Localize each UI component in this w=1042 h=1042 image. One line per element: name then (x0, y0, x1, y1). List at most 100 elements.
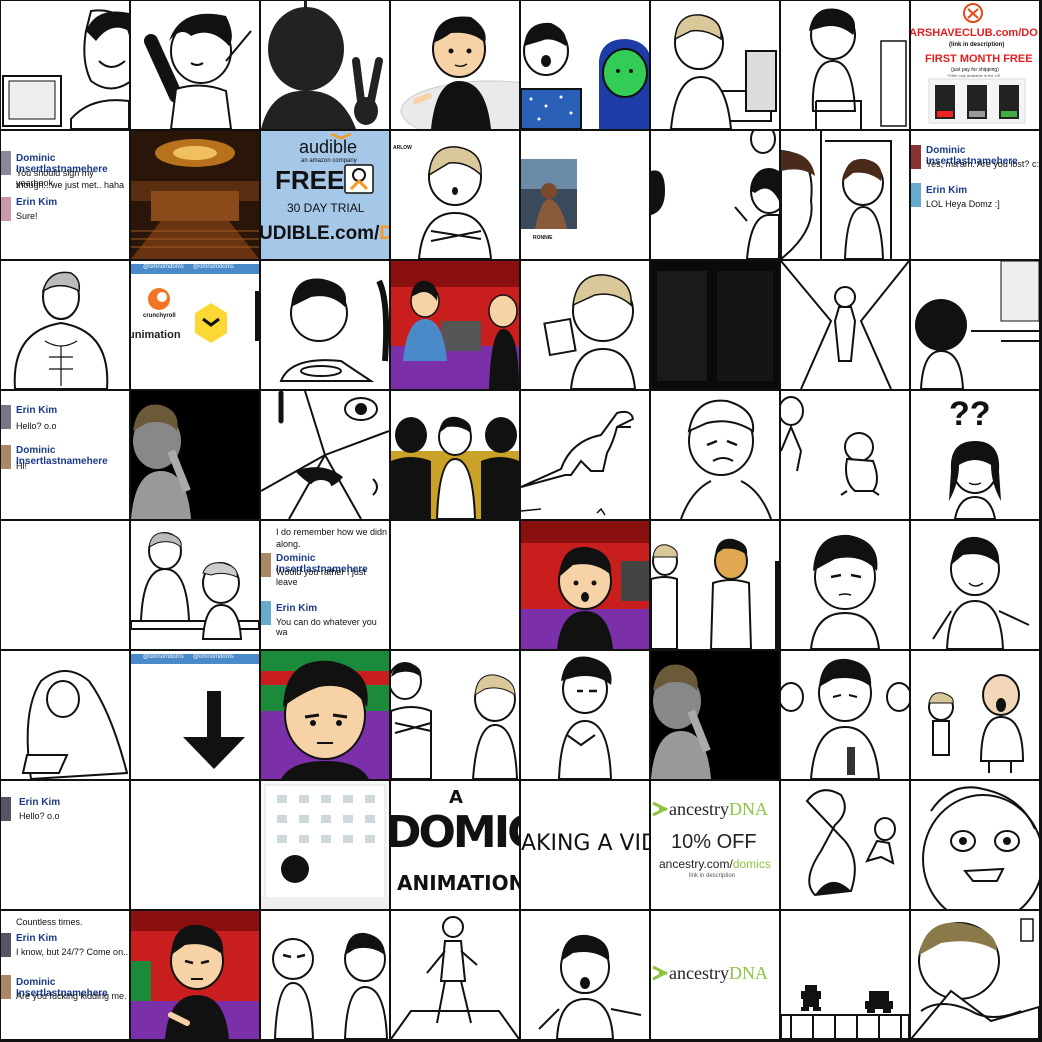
thumb-icons-screen[interactable] (261, 781, 389, 909)
comic-frame (543, 274, 637, 389)
thumb-confused-girl[interactable]: ?? (911, 391, 1039, 519)
thumb-chat-lost[interactable]: Dominic Insertlastnamehere Yes, ma'am. A… (911, 131, 1039, 259)
thumbnail-grid: ARSHAVECLUB.com/DO (link in description)… (0, 0, 1042, 1042)
thumb-crowd[interactable] (781, 651, 909, 779)
ancestry-brand: ancestryDNA (669, 963, 768, 984)
thumb-blanket-laptop[interactable] (1, 651, 129, 779)
thumb-dinosaur[interactable] (521, 391, 649, 519)
thumb-shocked-red[interactable] (521, 521, 649, 649)
avatar (261, 601, 271, 625)
thumb-point[interactable] (391, 1, 519, 129)
thumb-door[interactable] (781, 131, 909, 259)
thumb-chat-hello[interactable]: Erin Kim Hello? o.o Dominic Insertlastna… (1, 391, 129, 519)
thumb-stage-figure[interactable] (391, 911, 519, 1039)
chat-name: Erin Kim (16, 933, 58, 944)
thumb-angry-pair[interactable] (261, 911, 389, 1039)
photo-caption: RONNIE (533, 235, 553, 241)
thumb-domics-logo[interactable]: A DOMICS ANIMATION (391, 781, 519, 909)
thumb-sketch-arms[interactable]: ARLOW (391, 131, 519, 259)
thumb-closeup[interactable] (261, 651, 389, 779)
comic-frame (391, 416, 519, 519)
chat-message: I know, but 24/7? Come on.. (16, 947, 129, 957)
thumb-two-guys[interactable] (391, 651, 519, 779)
avatar (1, 197, 11, 221)
thumb-silhouette-peace[interactable] (261, 1, 389, 129)
ancestry-url-domain: ancestry.com/ (659, 857, 733, 871)
thumb-kitchen[interactable] (391, 261, 519, 389)
thumb-meet[interactable] (651, 131, 779, 259)
thumb-blank[interactable] (1, 521, 129, 649)
ancestry-dna: DNA (728, 799, 768, 819)
avatar (1, 405, 11, 429)
thumb-eating[interactable] (261, 261, 389, 389)
audible-url-code: Domic (379, 223, 389, 244)
comic-frame (417, 146, 493, 259)
thumb-bigface[interactable] (911, 781, 1039, 909)
comic-frame (928, 3, 1026, 124)
thumb-typing[interactable] (651, 1, 779, 129)
comic-frame (131, 532, 259, 640)
thumb-chat-kidding[interactable]: Countless times. Erin Kim I know, but 24… (1, 911, 129, 1039)
thumb-blank-3[interactable] (131, 781, 259, 909)
thumb-paper[interactable] (521, 261, 649, 389)
thumb-skeptical[interactable] (781, 521, 909, 649)
thumb-chair-sit[interactable] (781, 1, 909, 129)
thumb-bench[interactable] (131, 521, 259, 649)
logo-domics: DOMICS (391, 807, 519, 858)
ancestry-url: ancestry.com/domics (659, 857, 771, 871)
thumb-smile[interactable] (521, 911, 649, 1039)
thumb-computer-grin[interactable] (1, 1, 129, 129)
comic-frame (651, 664, 711, 779)
chat-name: Erin Kim (16, 405, 58, 416)
thumb-arrow[interactable]: @omnomdoms @omnomdoms (131, 651, 259, 779)
ancestry-dna: DNA (728, 963, 768, 983)
thumb-kid-and-man[interactable] (911, 651, 1039, 779)
thumb-blank-2[interactable] (391, 521, 519, 649)
thumb-concert-hall[interactable] (131, 131, 259, 259)
thumb-making-vid[interactable]: AKING A VID (521, 781, 649, 909)
audible-free: FREE (275, 165, 345, 195)
thumb-ancestry-logo[interactable]: ancestryDNA (651, 911, 779, 1039)
audible-sub: an amazon company (301, 158, 357, 164)
thumb-spotlight[interactable] (781, 261, 909, 389)
thumb-chat-hello-2[interactable]: Erin Kim Hello? o.o (1, 781, 129, 909)
thumb-pixel-game[interactable] (781, 911, 909, 1039)
thumb-chat-yearbook[interactable]: Dominic Insertlastnamehere You should si… (1, 131, 129, 259)
thumb-alien-gift[interactable] (521, 1, 649, 129)
thumb-drowning-phone[interactable] (911, 911, 1039, 1039)
ancestry-brand: ancestryDNA (669, 799, 768, 820)
thumb-annoyed[interactable] (131, 911, 259, 1039)
thumb-sponsor-anime[interactable]: @omnomdoms @omnomdoms crunchyroll unimat… (131, 261, 259, 389)
thumb-ancestry-ad[interactable]: ancestryDNA 10% OFF ancestry.com/domics … (651, 781, 779, 909)
thumb-tired[interactable] (131, 391, 259, 519)
thumb-audible-ad[interactable]: audible an amazon company FREE 30 DAY TR… (261, 131, 389, 259)
thumb-chat-leave[interactable]: I do remember how we didn along. Dominic… (261, 521, 389, 649)
icon-grid (261, 781, 389, 909)
audible-trial: 30 DAY TRIAL (287, 201, 365, 215)
thumb-breakdance[interactable] (781, 781, 909, 909)
thumb-photo-frame[interactable]: RONNIE (521, 131, 649, 259)
thumb-wave[interactable] (131, 1, 259, 129)
thumb-shave-ad[interactable]: ARSHAVECLUB.com/DO (link in description)… (911, 1, 1039, 129)
thumb-three-guys[interactable] (651, 521, 779, 649)
thumb-senses[interactable] (261, 391, 389, 519)
thumb-back-view[interactable] (911, 261, 1039, 389)
comic-frame (651, 538, 779, 649)
thumb-dark[interactable] (651, 261, 779, 389)
thumb-theater-seat[interactable] (391, 391, 519, 519)
thumb-muscle[interactable] (1, 261, 129, 389)
crunchyroll-icon (148, 288, 259, 343)
comic-frame (261, 391, 389, 519)
chat-message: Hello? o.o (19, 811, 60, 821)
thumb-scheming[interactable] (521, 651, 649, 779)
thumb-tired-2[interactable] (651, 651, 779, 779)
comic-frame (557, 656, 613, 779)
comic-frame (781, 261, 909, 389)
thumb-shrug[interactable] (911, 521, 1039, 649)
chat-panel: I do remember how we didn along. Dominic… (261, 521, 389, 649)
comic-frame (809, 534, 881, 649)
thumb-pained[interactable] (651, 391, 779, 519)
chat-panel: Dominic Insertlastnamehere Yes, ma'am. A… (911, 131, 1039, 259)
chat-panel: Countless times. Erin Kim I know, but 24… (1, 911, 129, 1039)
thumb-crawl[interactable] (781, 391, 909, 519)
